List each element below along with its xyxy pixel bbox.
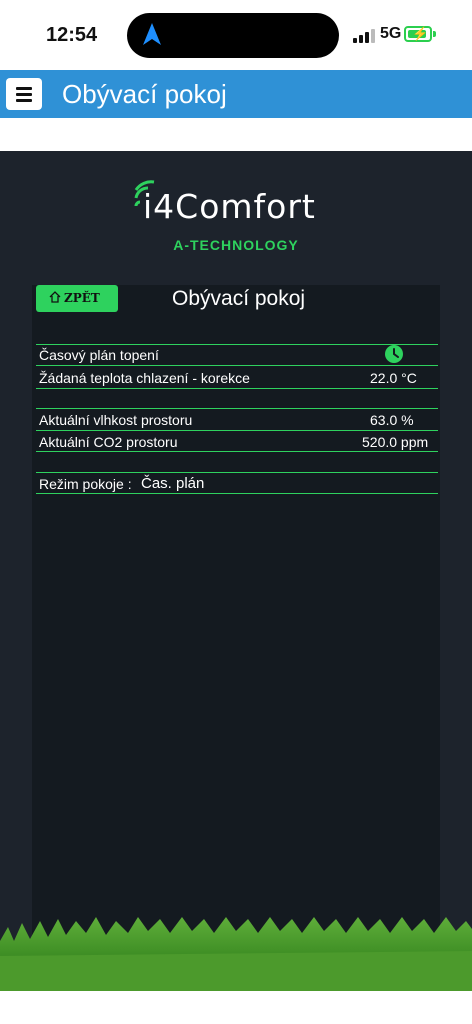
row-cooling-setpoint-value[interactable]: 22.0 °C	[370, 370, 417, 386]
room-title: Obývací pokoj	[172, 287, 306, 310]
row-room-mode-label: Režim pokoje :	[39, 476, 132, 492]
hamburger-menu-button[interactable]	[6, 78, 42, 110]
divider	[36, 493, 438, 494]
brand-logo: i4Comfort	[143, 187, 316, 226]
divider	[36, 365, 438, 366]
dynamic-island	[127, 13, 339, 58]
back-button[interactable]: ZPĚT	[36, 285, 118, 312]
status-bar: 12:54 5G ⚡	[0, 0, 472, 70]
row-humidity-value: 63.0 %	[370, 412, 414, 428]
row-co2-label: Aktuální CO2 prostoru	[39, 434, 178, 450]
battery-charging-icon: ⚡	[404, 26, 432, 42]
row-co2-value: 520.0 ppm	[362, 434, 429, 450]
bottom-area	[0, 991, 472, 1024]
clock-icon[interactable]	[385, 345, 403, 363]
app-header: Obývací pokoj	[0, 70, 472, 118]
home-icon	[49, 291, 61, 303]
row-heating-schedule-label: Časový plán topení	[39, 347, 159, 363]
row-cooling-setpoint-label: Žádaná teplota chlazení - korekce	[39, 370, 250, 386]
navigation-arrow-icon	[143, 23, 161, 45]
room-card: ZPĚT Obývací pokoj Časový plán topení Žá…	[32, 285, 440, 991]
network-type: 5G	[380, 25, 402, 42]
divider	[36, 344, 438, 345]
divider	[36, 451, 438, 452]
page-title: Obývací pokoj	[62, 79, 227, 109]
divider	[36, 472, 438, 473]
cellular-signal-icon	[353, 29, 375, 43]
status-time: 12:54	[46, 24, 98, 46]
row-room-mode-value[interactable]: Čas. plán	[141, 475, 204, 492]
row-humidity-label: Aktuální vlhkost prostoru	[39, 412, 193, 428]
divider	[36, 430, 438, 431]
back-button-label: ZPĚT	[64, 291, 100, 305]
divider	[36, 408, 438, 409]
room-panel: i4Comfort A-TECHNOLOGY ZPĚT Obývací poko…	[0, 151, 472, 991]
brand-subtitle: A-TECHNOLOGY	[173, 237, 299, 253]
divider	[36, 388, 438, 389]
